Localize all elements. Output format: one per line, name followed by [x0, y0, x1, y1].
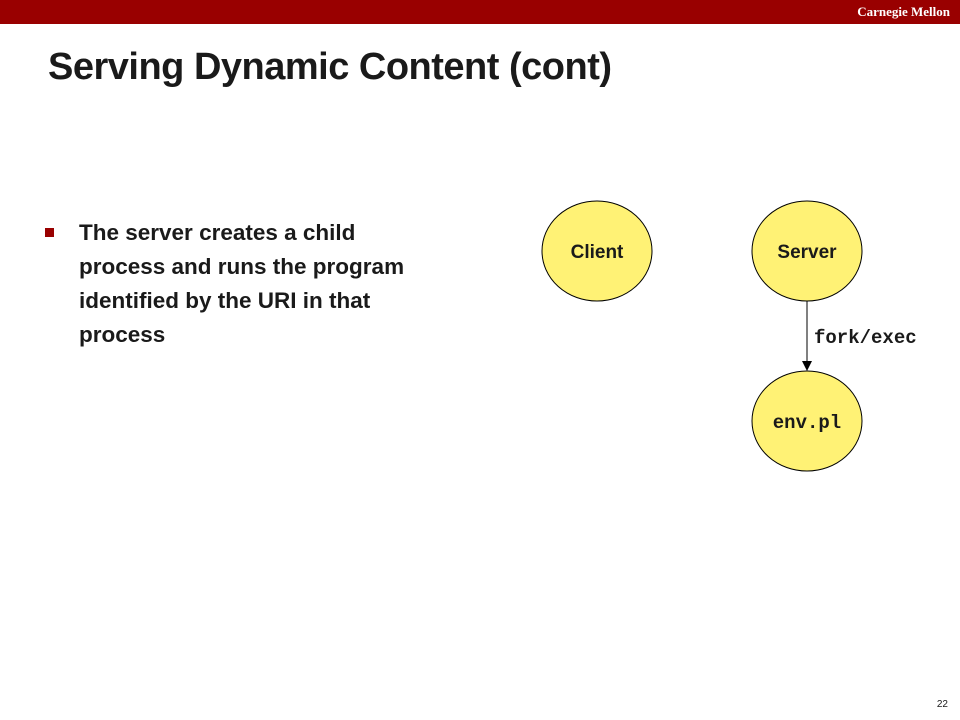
client-node: Client — [541, 200, 653, 302]
child-process-node-label: env.pl — [773, 412, 841, 434]
fork-exec-label: fork/exec — [814, 327, 917, 349]
server-node-label: Server — [777, 242, 837, 263]
child-process-node: env.pl — [751, 370, 863, 472]
process-diagram: Client Server fork/exec env.pl — [541, 200, 917, 472]
page-number: 22 — [936, 699, 948, 710]
client-node-label: Client — [571, 242, 624, 263]
server-node: Server — [751, 200, 863, 302]
